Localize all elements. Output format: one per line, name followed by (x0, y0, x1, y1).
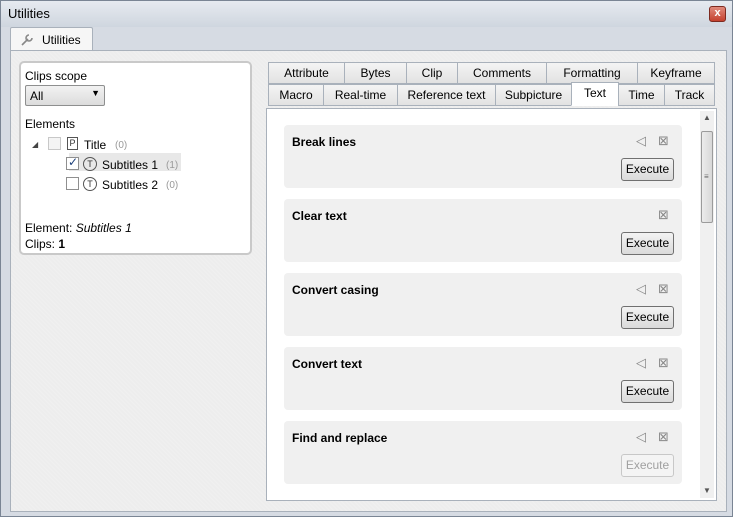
tree-item-subtitles1[interactable]: Subtitles 1 (102, 158, 158, 172)
execute-button[interactable]: Execute (621, 306, 674, 329)
utility-name: Find and replace (292, 431, 388, 445)
window-title: Utilities (8, 6, 50, 21)
utility-card: Convert text ◁ ⊠ Execute (284, 347, 682, 410)
close-icon[interactable]: ⊠ (658, 133, 672, 148)
title-bar: Utilities x (1, 1, 732, 27)
tab-text[interactable]: Text (571, 82, 619, 106)
close-icon[interactable]: ⊠ (658, 207, 672, 222)
utility-card: Clear text ⊠ Execute (284, 199, 682, 262)
tab-reference-text[interactable]: Reference text (397, 84, 496, 106)
scrollbar-thumb[interactable]: ≡ (701, 131, 713, 223)
paragraph-icon: P (67, 137, 78, 150)
tab-keyframe[interactable]: Keyframe (637, 62, 715, 84)
scope-panel: Clips scope All ▼ Elements ◢ P Title (0)… (19, 61, 252, 255)
wrench-icon (21, 34, 33, 46)
subtitles2-checkbox[interactable] (66, 177, 79, 190)
tab-attribute[interactable]: Attribute (268, 62, 345, 84)
execute-button[interactable]: Execute (621, 380, 674, 403)
pin-icon[interactable]: ◁ (636, 429, 650, 444)
tree-item-title[interactable]: Title (84, 138, 106, 152)
tab-formatting[interactable]: Formatting (546, 62, 638, 84)
utility-name: Clear text (292, 209, 347, 223)
tree-item-subtitles1-count: (1) (166, 160, 179, 171)
pin-icon[interactable]: ◁ (636, 133, 650, 148)
clips-scope-value: All (30, 89, 44, 103)
text-track-icon: T (83, 157, 97, 171)
clips-info: Clips: 1 (25, 237, 65, 251)
utility-name: Convert casing (292, 283, 379, 297)
scroll-up-arrow-icon[interactable]: ▲ (700, 111, 714, 125)
utilities-content: Clips scope All ▼ Elements ◢ P Title (0)… (10, 50, 727, 512)
close-icon[interactable]: ⊠ (658, 429, 672, 444)
clips-label: Clips: (25, 237, 56, 251)
close-icon[interactable]: ⊠ (658, 355, 672, 370)
tab-subpicture[interactable]: Subpicture (495, 84, 572, 106)
tab-utilities[interactable]: Utilities (10, 27, 93, 51)
title-checkbox[interactable] (48, 137, 61, 150)
tab-track[interactable]: Track (664, 84, 715, 106)
element-label: Element: (25, 221, 73, 235)
utility-name: Convert text (292, 357, 363, 371)
subtitles1-checkbox[interactable] (66, 155, 79, 170)
grip-icon: ≡ (704, 172, 709, 181)
element-value: Subtitles 1 (75, 221, 132, 235)
pin-icon[interactable]: ◁ (636, 281, 650, 296)
tab-real-time[interactable]: Real-time (323, 84, 398, 106)
execute-button[interactable]: Execute (621, 158, 674, 181)
text-tab-panel: Break lines ◁ ⊠ Execute Clear text ⊠ Exe… (266, 108, 717, 501)
element-info: Element: Subtitles 1 (25, 221, 132, 235)
clips-scope-select[interactable]: All ▼ (25, 85, 105, 106)
pin-icon[interactable]: ◁ (636, 355, 650, 370)
tab-clip[interactable]: Clip (406, 62, 458, 84)
utility-card: Find and replace ◁ ⊠ Execute (284, 421, 682, 484)
text-track-icon: T (83, 177, 97, 191)
scroll-down-arrow-icon[interactable]: ▼ (700, 484, 714, 498)
tab-utilities-label: Utilities (42, 33, 81, 47)
chevron-down-icon: ▼ (91, 88, 100, 98)
close-icon[interactable]: ⊠ (658, 281, 672, 296)
utility-name: Break lines (292, 135, 357, 149)
tree-item-subtitles2[interactable]: Subtitles 2 (102, 178, 158, 192)
clips-value: 1 (58, 237, 66, 251)
vertical-scrollbar[interactable]: ▲ ≡ ▼ (700, 111, 714, 498)
tab-comments[interactable]: Comments (457, 62, 547, 84)
utility-card: Convert casing ◁ ⊠ Execute (284, 273, 682, 336)
utility-card: Break lines ◁ ⊠ Execute (284, 125, 682, 188)
clips-scope-label: Clips scope (25, 69, 88, 83)
close-button[interactable]: x (709, 6, 726, 22)
execute-button[interactable]: Execute (621, 232, 674, 255)
collapse-triangle-icon[interactable]: ◢ (32, 140, 38, 149)
execute-button[interactable]: Execute (621, 454, 674, 477)
tree-item-subtitles2-count: (0) (166, 180, 179, 191)
tab-bytes[interactable]: Bytes (344, 62, 407, 84)
tree-item-title-count: (0) (115, 140, 128, 151)
tab-macro[interactable]: Macro (268, 84, 324, 106)
tab-time[interactable]: Time (618, 84, 665, 106)
utilities-window: Utilities x Utilities Clips scope All ▼ … (0, 0, 733, 517)
elements-label: Elements (25, 117, 76, 131)
